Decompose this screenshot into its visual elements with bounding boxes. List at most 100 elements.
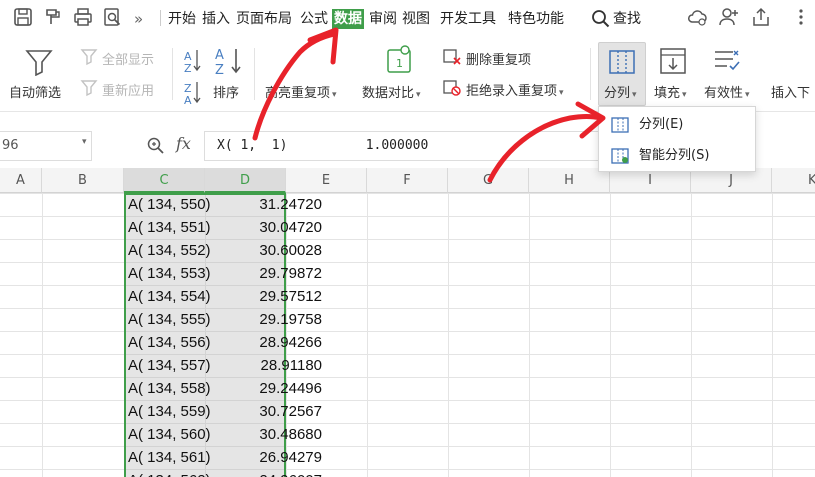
cell-c[interactable]: A( 134, 550) — [128, 193, 211, 216]
reject-duplicates-button[interactable]: 拒绝录入重复项 ▾ — [466, 80, 564, 99]
add-user-icon[interactable] — [718, 6, 740, 28]
column-gridline — [691, 193, 692, 477]
cell-c[interactable]: A( 134, 562) — [128, 469, 211, 477]
tab-developer[interactable]: 开发工具 — [440, 9, 496, 29]
data-compare-button[interactable]: 数据对比 ▾ — [362, 82, 421, 101]
cell-c[interactable]: A( 134, 551) — [128, 216, 211, 239]
svg-text:A: A — [215, 48, 224, 63]
format-painter-icon[interactable] — [42, 6, 64, 28]
column-header-a[interactable]: A — [0, 168, 42, 193]
smart-split-menu-item[interactable]: 智能分列(S) — [599, 141, 755, 171]
highlight-duplicates-button[interactable]: 高亮重复项 ▾ — [265, 82, 337, 101]
column-header-e[interactable]: E — [286, 168, 367, 193]
column-gridline — [42, 193, 43, 477]
tab-special-features[interactable]: 特色功能 — [508, 9, 564, 29]
cell-c[interactable]: A( 134, 559) — [128, 400, 211, 423]
cell-d[interactable]: 24.96007 — [205, 469, 322, 477]
sort-icon: AZ — [215, 48, 241, 76]
print-icon[interactable] — [72, 6, 94, 28]
cell-d[interactable]: 29.57512 — [205, 285, 322, 308]
share-icon[interactable] — [750, 6, 772, 28]
cell-c[interactable]: A( 134, 553) — [128, 262, 211, 285]
tab-view[interactable]: 视图 — [402, 9, 430, 29]
cell-d[interactable]: 28.91180 — [205, 354, 322, 377]
cell-d[interactable]: 29.19758 — [205, 308, 322, 331]
row-gridline — [0, 331, 815, 332]
row-gridline — [0, 400, 815, 401]
cell-c[interactable]: A( 134, 556) — [128, 331, 211, 354]
data-ribbon: 自动筛选 全部显示 重新应用 AZZA AZ 排序 高亮重复项 ▾ 1 数据对比 ▾… — [0, 36, 815, 112]
row-gridline — [0, 469, 815, 470]
tab-separator — [160, 10, 161, 26]
cell-d[interactable]: 30.04720 — [205, 216, 322, 239]
cell-d[interactable]: 29.79872 — [205, 262, 322, 285]
cell-d[interactable]: 28.94266 — [205, 331, 322, 354]
insert-function-icon[interactable]: fx — [176, 134, 191, 153]
column-header-c[interactable]: C — [124, 168, 205, 193]
tab-formulas[interactable]: 公式 — [300, 9, 328, 29]
sort-az-icons[interactable]: AZZA — [182, 46, 204, 108]
column-header-b[interactable]: B — [42, 168, 124, 193]
more-options-icon[interactable] — [790, 6, 812, 28]
save-icon[interactable] — [12, 6, 34, 28]
zoom-formula-icon[interactable] — [146, 136, 166, 156]
row-gridline — [0, 193, 815, 194]
autofilter-button[interactable]: 自动筛选 — [9, 82, 61, 101]
cell-c[interactable]: A( 134, 557) — [128, 354, 211, 377]
column-gridline — [610, 193, 611, 477]
validity-icon — [715, 50, 740, 71]
column-gridline — [448, 193, 449, 477]
svg-text:A: A — [184, 94, 192, 107]
cell-c[interactable]: A( 134, 554) — [128, 285, 211, 308]
menu-tab-bar: » 开始 插入 页面布局 公式 数据 审阅 视图 开发工具 特色功能 查找 — [0, 0, 815, 36]
column-header-d[interactable]: D — [205, 168, 286, 193]
sort-button[interactable]: 排序 — [213, 82, 239, 101]
print-preview-icon[interactable] — [101, 6, 123, 28]
reapply-button[interactable]: 重新应用 — [102, 80, 154, 99]
ribbon-separator — [590, 48, 591, 100]
cell-c[interactable]: A( 134, 561) — [128, 446, 211, 469]
split-column-menu-item[interactable]: 分列(E) — [599, 110, 755, 140]
name-box-dropdown-icon[interactable]: ▾ — [82, 137, 87, 147]
fill-icon — [660, 48, 686, 74]
cell-c[interactable]: A( 134, 558) — [128, 377, 211, 400]
cell-c[interactable]: A( 134, 555) — [128, 308, 211, 331]
column-gridline — [529, 193, 530, 477]
validity-button[interactable]: 有效性 ▾ — [704, 82, 750, 101]
cell-d[interactable]: 29.24496 — [205, 377, 322, 400]
more-quick-access[interactable]: » — [134, 9, 143, 29]
column-header-f[interactable]: F — [367, 168, 448, 193]
split-column-icon — [611, 117, 629, 133]
cell-d[interactable]: 30.72567 — [205, 400, 322, 423]
svg-text:1: 1 — [396, 57, 403, 70]
cell-d[interactable]: 30.60028 — [205, 239, 322, 262]
tab-home[interactable]: 开始 — [168, 9, 196, 29]
cell-c[interactable]: A( 134, 560) — [128, 423, 211, 446]
tab-review[interactable]: 审阅 — [369, 9, 397, 29]
cell-d[interactable]: 31.24720 — [205, 193, 322, 216]
column-header-k[interactable]: K — [772, 168, 815, 193]
name-box[interactable]: 96 — [0, 131, 92, 161]
svg-text:Z: Z — [215, 63, 224, 76]
show-all-icon — [80, 49, 98, 66]
show-all-button[interactable]: 全部显示 — [102, 49, 154, 68]
tab-data[interactable]: 数据 — [332, 9, 364, 29]
delete-duplicates-button[interactable]: 删除重复项 — [466, 49, 531, 68]
row-gridline — [0, 377, 815, 378]
cell-d[interactable]: 30.48680 — [205, 423, 322, 446]
cell-d[interactable]: 26.94279 — [205, 446, 322, 469]
search-icon[interactable] — [590, 8, 612, 30]
column-header-g[interactable]: G — [448, 168, 529, 193]
row-gridline — [0, 446, 815, 447]
cloud-sync-icon[interactable] — [686, 6, 708, 28]
tab-page-layout[interactable]: 页面布局 — [236, 9, 292, 29]
row-gridline — [0, 308, 815, 309]
reapply-icon — [80, 80, 98, 97]
insert-dropdown-list-button[interactable]: 插入下 — [771, 82, 810, 101]
fill-button[interactable]: 填充 ▾ — [654, 82, 687, 101]
tab-insert[interactable]: 插入 — [202, 9, 230, 29]
cell-c[interactable]: A( 134, 552) — [128, 239, 211, 262]
ribbon-separator — [172, 48, 173, 100]
search-label[interactable]: 查找 — [613, 9, 641, 29]
formula-input[interactable]: X( 1, 1) 1.000000 — [204, 131, 624, 161]
